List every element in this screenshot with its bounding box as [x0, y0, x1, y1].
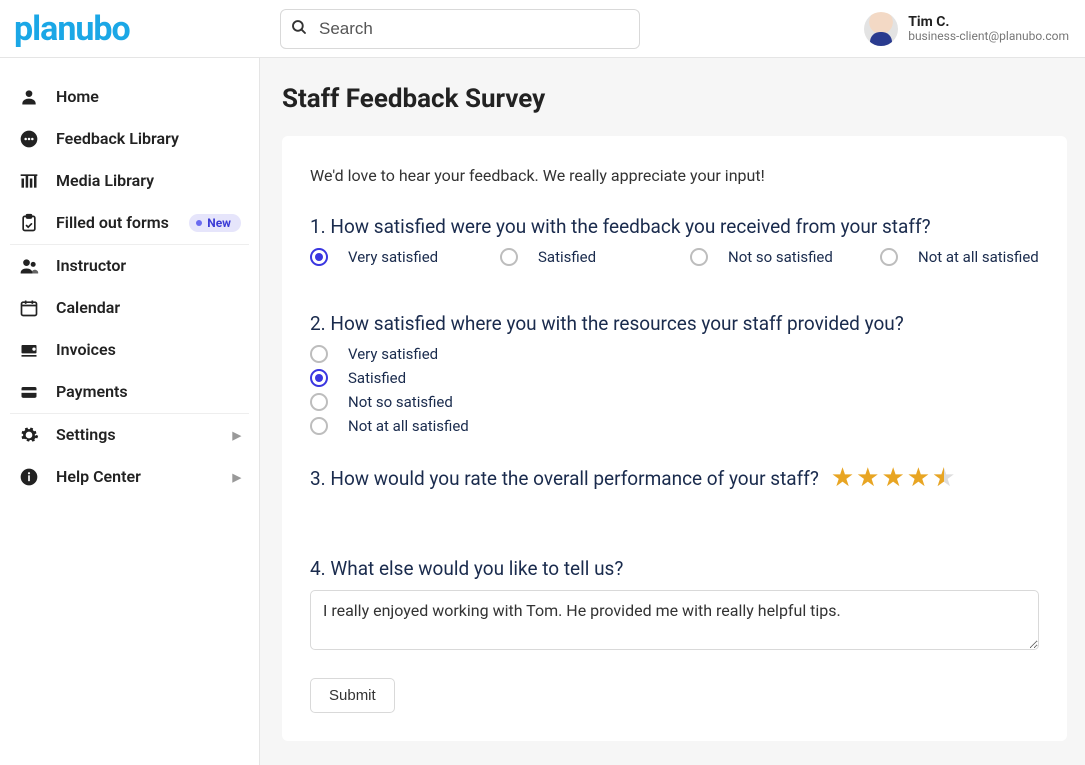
q2-option-3[interactable]: Not at all satisfied — [310, 417, 1039, 435]
sidebar-item-label: Help Center — [56, 467, 217, 486]
submit-button[interactable]: Submit — [310, 678, 395, 713]
page-title: Staff Feedback Survey — [282, 84, 1067, 114]
invoice-icon — [18, 339, 40, 361]
radio-label: Not so satisfied — [728, 248, 833, 266]
radio-label: Very satisfied — [348, 248, 438, 266]
sidebar-item-label: Home — [56, 87, 241, 106]
survey-intro: We'd love to hear your feedback. We real… — [310, 166, 1039, 185]
sidebar-item-label: Settings — [56, 425, 217, 444]
radio-icon[interactable] — [500, 248, 518, 266]
question-1: 1. How satisfied were you with the feedb… — [310, 215, 1039, 238]
sidebar-item-label: Media Library — [56, 171, 241, 190]
q1-option-3[interactable]: Not at all satisfied — [880, 248, 1039, 266]
question-3: 3. How would you rate the overall perfor… — [310, 467, 819, 490]
question-3-row: 3. How would you rate the overall perfor… — [310, 465, 1039, 491]
radio-label: Not at all satisfied — [348, 417, 469, 435]
radio-icon[interactable] — [310, 393, 328, 411]
q2-options: Very satisfied Satisfied Not so satisfie… — [310, 345, 1039, 435]
star-rating[interactable]: ★ ★ ★ ★ ★ — [831, 465, 956, 491]
calendar-icon — [18, 297, 40, 319]
question-2: 2. How satisfied where you with the reso… — [310, 312, 1039, 335]
radio-icon[interactable] — [310, 369, 328, 387]
radio-icon[interactable] — [310, 345, 328, 363]
radio-icon[interactable] — [310, 417, 328, 435]
sidebar-item-label: Filled out forms — [56, 213, 173, 232]
star-icon[interactable]: ★ — [881, 465, 904, 491]
sidebar-item-label: Calendar — [56, 298, 241, 317]
q2-option-1[interactable]: Satisfied — [310, 369, 1039, 387]
sidebar-item-home[interactable]: Home — [10, 76, 249, 118]
radio-label: Not at all satisfied — [918, 248, 1039, 266]
radio-label: Not so satisfied — [348, 393, 453, 411]
comment-icon — [18, 128, 40, 150]
card-icon — [18, 381, 40, 403]
sidebar-item-label: Payments — [56, 382, 241, 401]
feedback-textarea[interactable] — [310, 590, 1039, 650]
search-input[interactable] — [280, 9, 640, 49]
radio-icon[interactable] — [310, 248, 328, 266]
sidebar-item-media-library[interactable]: Media Library — [10, 160, 249, 202]
new-badge: New — [189, 214, 241, 232]
sidebar-item-settings[interactable]: Settings ▶ — [10, 413, 249, 456]
radio-label: Satisfied — [348, 369, 406, 387]
radio-icon[interactable] — [690, 248, 708, 266]
header: planubo Tim C. business-client@planubo.c… — [0, 0, 1085, 58]
chevron-right-icon: ▶ — [233, 471, 241, 484]
q1-option-2[interactable]: Not so satisfied — [690, 248, 840, 266]
survey-card: We'd love to hear your feedback. We real… — [282, 136, 1067, 741]
q2-option-2[interactable]: Not so satisfied — [310, 393, 1039, 411]
sidebar-item-label: Invoices — [56, 340, 241, 359]
user-email: business-client@planubo.com — [908, 30, 1069, 44]
sidebar-item-label: Feedback Library — [56, 129, 241, 148]
home-icon — [18, 86, 40, 108]
sidebar-item-payments[interactable]: Payments — [10, 371, 249, 413]
sidebar-item-calendar[interactable]: Calendar — [10, 287, 249, 329]
chevron-right-icon: ▶ — [233, 429, 241, 442]
sidebar-item-invoices[interactable]: Invoices — [10, 329, 249, 371]
sidebar-item-help-center[interactable]: Help Center ▶ — [10, 456, 249, 498]
avatar — [864, 12, 898, 46]
q1-options: Very satisfied Satisfied Not so satisfie… — [310, 248, 1039, 266]
star-half-icon[interactable]: ★ — [932, 465, 955, 491]
gear-icon — [18, 424, 40, 446]
sidebar-item-feedback-library[interactable]: Feedback Library — [10, 118, 249, 160]
search-icon — [290, 18, 308, 40]
star-icon[interactable]: ★ — [907, 465, 930, 491]
radio-icon[interactable] — [880, 248, 898, 266]
star-icon[interactable]: ★ — [831, 465, 854, 491]
sidebar-item-instructor[interactable]: Instructor — [10, 244, 249, 287]
info-icon — [18, 466, 40, 488]
question-4: 4. What else would you like to tell us? — [310, 557, 1039, 580]
user-name: Tim C. — [908, 14, 1069, 30]
logo: planubo — [10, 9, 280, 49]
users-icon — [18, 255, 40, 277]
sidebar-item-filled-out-forms[interactable]: Filled out forms New — [10, 202, 249, 244]
q2-option-0[interactable]: Very satisfied — [310, 345, 1039, 363]
radio-label: Very satisfied — [348, 345, 438, 363]
library-icon — [18, 170, 40, 192]
radio-label: Satisfied — [538, 248, 596, 266]
clipboard-icon — [18, 212, 40, 234]
star-icon[interactable]: ★ — [856, 465, 879, 491]
user-menu[interactable]: Tim C. business-client@planubo.com — [864, 12, 1069, 46]
main-content: Staff Feedback Survey We'd love to hear … — [260, 58, 1085, 765]
q1-option-1[interactable]: Satisfied — [500, 248, 650, 266]
sidebar: Home Feedback Library Media Library Fill… — [0, 58, 260, 765]
q1-option-0[interactable]: Very satisfied — [310, 248, 460, 266]
sidebar-item-label: Instructor — [56, 256, 241, 275]
search-wrapper — [280, 9, 640, 49]
